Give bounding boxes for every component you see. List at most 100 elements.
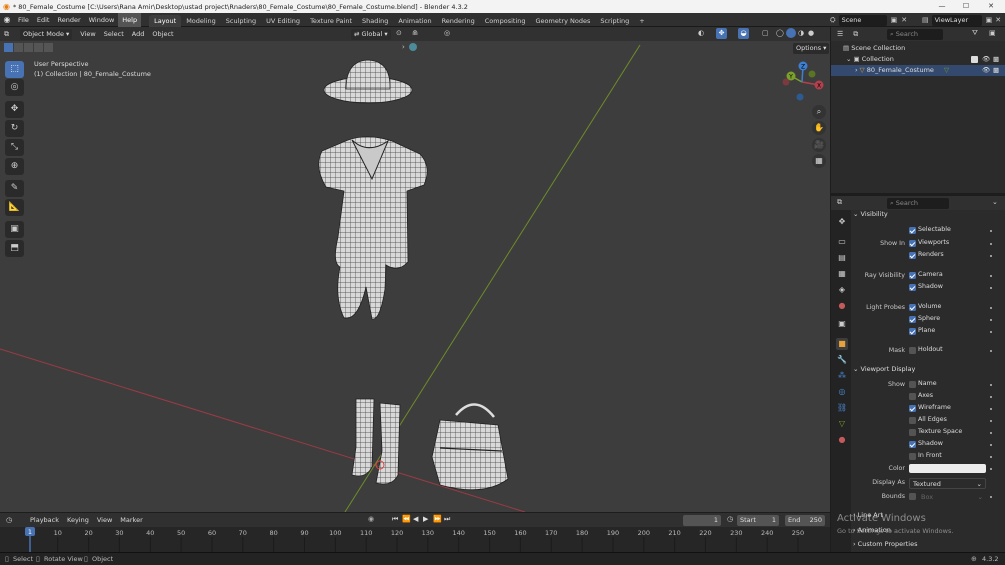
in-front-checkbox[interactable] xyxy=(909,453,916,460)
scene-copy-icon[interactable]: ▣ xyxy=(891,16,898,24)
keyframe-dot-icon[interactable] xyxy=(990,331,992,333)
name-checkbox[interactable] xyxy=(909,381,916,388)
preview-range-icon[interactable]: ◷ xyxy=(727,515,733,523)
select-invert-icon[interactable] xyxy=(34,42,43,52)
rotate-tool-icon[interactable]: ↻ xyxy=(5,120,24,137)
renders-checkbox[interactable] xyxy=(909,252,916,259)
jump-key-back-icon[interactable]: ⏪ xyxy=(402,515,411,523)
minimize-button[interactable]: — xyxy=(931,0,953,13)
pan-hand-icon[interactable]: ✋ xyxy=(812,121,826,135)
bounds-checkbox[interactable] xyxy=(909,493,916,500)
select-extend-icon[interactable] xyxy=(14,42,23,52)
view-layer-selector[interactable]: ▤ ViewLayer ▣ ✕ xyxy=(922,14,1001,26)
viewport-menu-view[interactable]: View xyxy=(76,27,99,41)
timeline-menu-playback-dropdown[interactable]: Playback xyxy=(26,513,63,527)
constraints-tab-icon[interactable]: ⛓ xyxy=(836,402,848,414)
collection-checkbox[interactable] xyxy=(971,56,978,63)
jump-end-icon[interactable]: ⏭ xyxy=(444,515,450,524)
options-button[interactable]: Options ▾ xyxy=(793,43,830,54)
editor-type-icon[interactable]: ⧉ xyxy=(4,30,20,39)
shadow-display-checkbox[interactable] xyxy=(909,441,916,448)
keyframe-dot-icon[interactable] xyxy=(990,468,992,470)
snap-icon[interactable]: ⋒ xyxy=(412,29,418,37)
keyframe-dot-icon[interactable] xyxy=(990,230,992,232)
outliner-new-collection-icon[interactable]: ▣ xyxy=(989,29,996,37)
outliner-row-collection[interactable]: ⌄ ▣ Collection 👁 ▩ xyxy=(831,54,1005,65)
add-workspace-button[interactable]: + xyxy=(634,15,649,27)
workspace-tab-geometry-nodes[interactable]: Geometry Nodes xyxy=(531,15,596,27)
keyframe-dot-icon[interactable] xyxy=(990,350,992,352)
scene-delete-icon[interactable]: ✕ xyxy=(901,16,907,24)
all-edges-checkbox[interactable] xyxy=(909,417,916,424)
holdout-checkbox[interactable] xyxy=(909,347,916,354)
wireframe-checkbox[interactable] xyxy=(909,405,916,412)
blender-menu-icon[interactable]: ◉ xyxy=(0,15,14,24)
shading-material-icon[interactable]: ◑ xyxy=(798,29,804,37)
bounds-dropdown[interactable]: Box ⌄ xyxy=(918,492,986,503)
volume-checkbox[interactable] xyxy=(909,304,916,311)
outliner-search-input[interactable]: ⌕ Search xyxy=(887,28,943,40)
collection-camera-icon[interactable]: ▩ xyxy=(993,54,999,65)
cursor-tool-icon[interactable]: ◎ xyxy=(5,79,24,96)
data-tab-icon[interactable]: ▽ xyxy=(836,418,848,430)
object-camera-icon[interactable]: ▩ xyxy=(993,65,999,76)
properties-editor-icon[interactable]: ⧉ xyxy=(837,198,842,207)
shadow-ray-checkbox[interactable] xyxy=(909,284,916,291)
view-layer-copy-icon[interactable]: ▣ xyxy=(986,16,993,24)
orientation-dropdown[interactable]: ⇄ Global ▾ xyxy=(351,28,391,40)
3d-viewport[interactable]: X Y Z ⧉ Object Mode ▾ View Select Add Objec… xyxy=(0,27,830,512)
timeline-editor-icon[interactable]: ◷ xyxy=(6,516,20,524)
auto-key-record-icon[interactable]: ◉ xyxy=(368,515,374,523)
scene-selector[interactable]: ⛭ Scene ▣ ✕ xyxy=(830,14,907,26)
gizmo-toggle-icon[interactable]: ✥ xyxy=(716,28,727,39)
add-object-tool-icon[interactable]: ⬒ xyxy=(5,240,24,257)
keyframe-dot-icon[interactable] xyxy=(990,307,992,309)
keyframe-dot-icon[interactable] xyxy=(990,496,992,498)
viewport-display-section-header[interactable]: ⌄ Viewport Display xyxy=(853,365,915,373)
outliner-editor-icon[interactable]: ☰ xyxy=(837,30,843,38)
workspace-tab-uv-editing[interactable]: UV Editing xyxy=(261,15,305,27)
camera-checkbox[interactable] xyxy=(909,272,916,279)
keyframe-dot-icon[interactable] xyxy=(990,243,992,245)
texture-space-checkbox[interactable] xyxy=(909,429,916,436)
current-frame-field[interactable]: 1 xyxy=(683,514,721,526)
maximize-button[interactable]: ☐ xyxy=(955,0,977,13)
mode-dropdown[interactable]: Object Mode ▾ xyxy=(20,28,73,40)
end-frame-field[interactable]: End 250 xyxy=(785,514,825,526)
modifier-tab-icon[interactable]: 🔧 xyxy=(836,354,848,366)
start-frame-field[interactable]: Start 1 xyxy=(737,514,779,526)
custom-properties-section-header[interactable]: › Custom Properties xyxy=(853,540,918,548)
select-box-tool-icon[interactable]: ⬚ xyxy=(5,61,24,78)
proportional-edit-icon[interactable]: ◎ xyxy=(444,29,450,37)
tool-tab-icon[interactable]: ✥ xyxy=(836,216,848,228)
collection-eye-icon[interactable]: 👁 xyxy=(982,54,990,65)
pivot-icon[interactable]: ⊙ xyxy=(396,29,402,37)
workspace-tab-modeling[interactable]: Modeling xyxy=(181,15,221,27)
timeline-menu-marker[interactable]: Marker xyxy=(116,513,146,527)
keyframe-dot-icon[interactable] xyxy=(990,255,992,257)
properties-search-input[interactable]: ⌕ Search xyxy=(887,197,949,209)
measure-tool-icon[interactable]: 📐 xyxy=(5,199,24,216)
workspace-tab-animation[interactable]: Animation xyxy=(393,15,436,27)
jump-key-forward-icon[interactable]: ⏩ xyxy=(433,515,442,523)
annotate-tool-icon[interactable]: ✎ xyxy=(5,180,24,197)
transform-tool-icon[interactable]: ⊕ xyxy=(5,158,24,175)
outliner-filter-mode-icon[interactable]: ⧉ xyxy=(853,30,858,39)
selectable-checkbox[interactable] xyxy=(909,227,916,234)
menu-file[interactable]: File xyxy=(14,13,33,27)
select-subtract-icon[interactable] xyxy=(24,42,33,52)
viewports-checkbox[interactable] xyxy=(909,240,916,247)
workspace-tab-layout[interactable]: Layout xyxy=(149,14,182,27)
keyframe-dot-icon[interactable] xyxy=(990,287,992,289)
shading-solid-icon[interactable] xyxy=(786,28,796,38)
ortho-grid-icon[interactable]: ▦ xyxy=(812,154,826,168)
scene-tab-icon[interactable]: ◈ xyxy=(836,284,848,296)
select-new-icon[interactable] xyxy=(4,42,13,52)
properties-options-icon[interactable]: ⌄ xyxy=(992,198,998,206)
outliner-row-object[interactable]: › ▽ 80_Female_Costume ▽ 👁 ▩ xyxy=(831,65,1005,76)
xray-icon[interactable]: ▢ xyxy=(762,29,769,37)
workspace-tab-shading[interactable]: Shading xyxy=(357,15,393,27)
overlay-toggle-icon[interactable]: ◒ xyxy=(738,28,749,39)
scale-tool-icon[interactable]: ⤡ xyxy=(5,139,24,156)
visibility-icon[interactable]: ◐ xyxy=(698,29,704,37)
